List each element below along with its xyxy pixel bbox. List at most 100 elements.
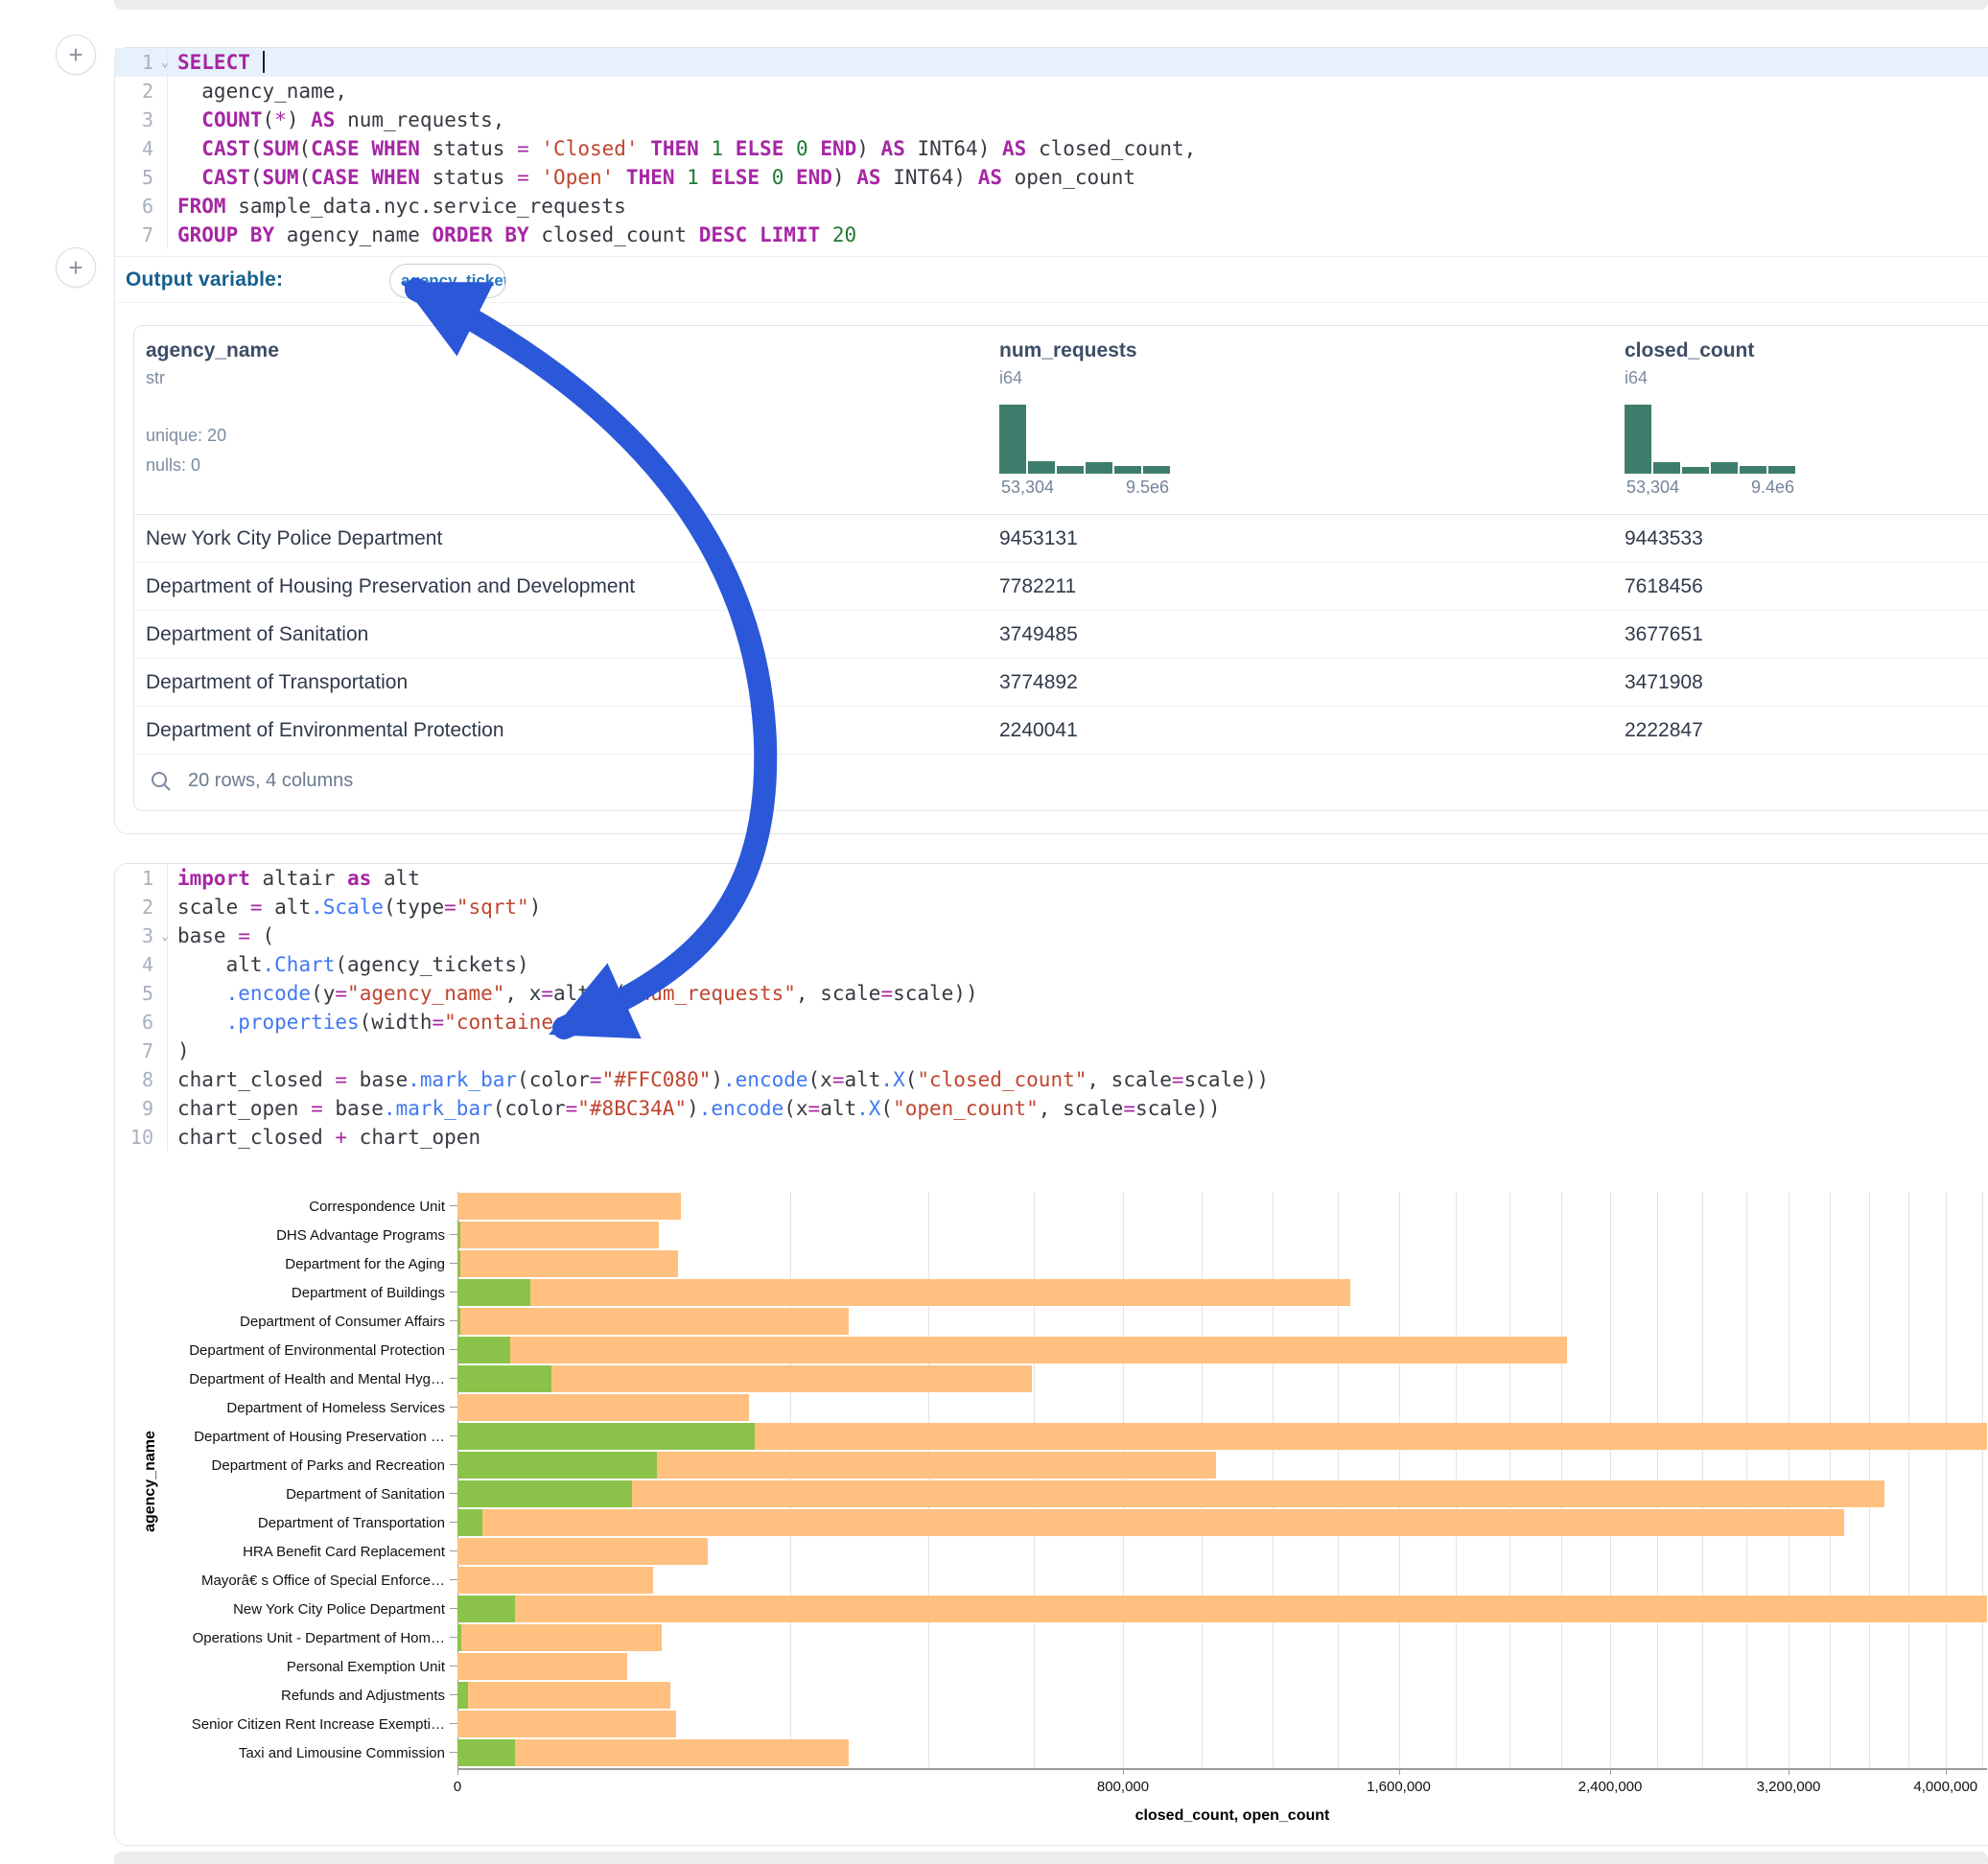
fold-chevron-icon[interactable]: ⌄ <box>161 49 169 78</box>
line-number: 3⌄ <box>115 921 168 950</box>
table-cell: 2222847 <box>1613 707 1988 755</box>
histogram-bar <box>1057 466 1084 474</box>
closed-count-bar <box>457 1596 1987 1622</box>
table-row[interactable]: Department of Environmental Protection 22… <box>134 707 1988 755</box>
x-axis-tick <box>457 1768 458 1775</box>
y-axis-label: Correspondence Unit <box>129 1199 445 1215</box>
code-text: .encode(y="agency_name", x=alt.X("num_re… <box>168 979 978 1008</box>
row-count-text: 20 rows, 4 columns <box>188 770 353 792</box>
output-variable-label: Output variable: <box>126 268 283 291</box>
column-header-num_requests[interactable]: num_requestsi6453,3049.5e6 <box>988 326 1613 514</box>
sql-cell: 1⌄SELECT 2 agency_name,3 COUNT(*) AS num… <box>114 47 1988 834</box>
table-row[interactable]: Department of Transportation377489234719… <box>134 659 1988 707</box>
y-axis-tick <box>450 1435 457 1436</box>
table-row[interactable]: New York City Police Department945313194… <box>134 515 1988 563</box>
y-axis-tick <box>450 1637 457 1638</box>
closed-count-bar <box>457 1279 1350 1306</box>
code-line[interactable]: 2 agency_name, <box>115 77 1988 105</box>
y-axis-label: Department of Homeless Services <box>129 1400 445 1416</box>
open-count-bar <box>457 1337 510 1363</box>
table-cell: Department of Sanitation <box>134 611 988 659</box>
histogram-bar <box>1625 405 1651 474</box>
code-line[interactable]: 3 COUNT(*) AS num_requests, <box>115 105 1988 134</box>
code-text: FROM sample_data.nyc.service_requests <box>168 192 626 221</box>
code-line[interactable]: 5 CAST(SUM(CASE WHEN status = 'Open' THE… <box>115 163 1988 192</box>
histogram-bar <box>1768 466 1795 474</box>
table-cell: Department of Transportation <box>134 659 988 707</box>
line-number: 10 <box>115 1123 168 1152</box>
table-cell: Department of Housing Preservation and D… <box>134 563 988 611</box>
code-line[interactable]: 7GROUP BY agency_name ORDER BY closed_co… <box>115 221 1988 249</box>
column-meta: nulls: 0 <box>146 455 200 476</box>
table-row[interactable]: Department of Sanitation37494853677651 <box>134 611 1988 659</box>
table-cell: 7782211 <box>988 563 1613 611</box>
y-axis-label: Senior Citizen Rent Increase Exempti… <box>129 1716 445 1733</box>
code-line[interactable]: 10chart_closed + chart_open <box>115 1123 1988 1152</box>
table-cell: Department of Environmental Protection <box>134 707 988 755</box>
chart-row: Mayorâ€ s Office of Special Enforce… <box>115 1566 1987 1595</box>
code-line[interactable]: 6 .properties(width="container") <box>115 1008 1988 1037</box>
code-text: agency_name, <box>168 77 347 105</box>
line-number: 1 <box>115 864 168 893</box>
code-line[interactable]: 4 alt.Chart(agency_tickets) <box>115 950 1988 979</box>
code-line[interactable]: 3⌄base = ( <box>115 921 1988 950</box>
x-axis-tick <box>1399 1768 1400 1775</box>
y-axis-label: New York City Police Department <box>129 1601 445 1618</box>
sql-editor[interactable]: 1⌄SELECT 2 agency_name,3 COUNT(*) AS num… <box>115 48 1988 249</box>
y-axis-label: Department of Consumer Affairs <box>129 1314 445 1330</box>
code-line[interactable]: 2scale = alt.Scale(type="sqrt") <box>115 893 1988 921</box>
column-name: closed_count <box>1625 339 1754 362</box>
code-text: chart_open = base.mark_bar(color="#8BC34… <box>168 1094 1220 1123</box>
y-axis-title: agency_name <box>142 1213 159 1750</box>
code-text: CAST(SUM(CASE WHEN status = 'Open' THEN … <box>168 163 1135 192</box>
code-text: GROUP BY agency_name ORDER BY closed_cou… <box>168 221 856 249</box>
closed-count-bar <box>457 1682 670 1709</box>
chart-row: Department of Health and Mental Hyg… <box>115 1364 1987 1393</box>
code-line[interactable]: 6FROM sample_data.nyc.service_requests <box>115 192 1988 221</box>
code-line[interactable]: 9chart_open = base.mark_bar(color="#8BC3… <box>115 1094 1988 1123</box>
histogram-bar <box>999 405 1026 474</box>
code-line[interactable]: 7) <box>115 1037 1988 1065</box>
y-axis-label: Operations Unit - Department of Hom… <box>129 1630 445 1646</box>
column-header-agency_name[interactable]: agency_namestrunique: 20nulls: 0 <box>134 326 988 514</box>
code-text: alt.Chart(agency_tickets) <box>168 950 529 979</box>
table-cell: 3774892 <box>988 659 1613 707</box>
chart-row: DHS Advantage Programs <box>115 1221 1987 1249</box>
y-axis-tick <box>450 1522 457 1523</box>
x-axis-tick-label: 2,400,000 <box>1543 1779 1677 1795</box>
chart-row: Department of Parks and Recreation <box>115 1451 1987 1480</box>
y-axis-tick <box>450 1723 457 1724</box>
code-text: SELECT <box>168 48 265 77</box>
y-axis-label: Personal Exemption Unit <box>129 1659 445 1675</box>
y-axis-label: Department of Parks and Recreation <box>129 1457 445 1474</box>
code-line[interactable]: 4 CAST(SUM(CASE WHEN status = 'Closed' T… <box>115 134 1988 163</box>
y-axis-label: HRA Benefit Card Replacement <box>129 1544 445 1560</box>
y-axis-label: Mayorâ€ s Office of Special Enforce… <box>129 1573 445 1589</box>
closed-count-bar <box>457 1250 678 1277</box>
search-icon[interactable] <box>150 770 173 793</box>
python-editor[interactable]: 1import altair as alt2scale = alt.Scale(… <box>115 864 1988 1152</box>
code-line[interactable]: 1import altair as alt <box>115 864 1988 893</box>
code-line[interactable]: 5 .encode(y="agency_name", x=alt.X("num_… <box>115 979 1988 1008</box>
chart-row: Department of Environmental Protection <box>115 1336 1987 1364</box>
column-header-closed_count[interactable]: closed_counti6453,3049.4e6 <box>1613 326 1988 514</box>
open-count-bar <box>457 1682 468 1709</box>
column-name: num_requests <box>999 339 1137 362</box>
line-number: 2 <box>115 893 168 921</box>
fold-chevron-icon[interactable]: ⌄ <box>161 922 169 951</box>
text-cursor <box>263 51 265 73</box>
chart-row: Taxi and Limousine Commission <box>115 1738 1987 1767</box>
histogram-bar <box>1114 466 1141 474</box>
x-axis-tick <box>1946 1768 1947 1775</box>
add-cell-button-top[interactable]: + <box>56 35 96 75</box>
table-cell: 3749485 <box>988 611 1613 659</box>
code-line[interactable]: 1⌄SELECT <box>115 48 1988 77</box>
table-row[interactable]: Department of Housing Preservation and D… <box>134 563 1988 611</box>
line-number: 9 <box>115 1094 168 1123</box>
y-axis-tick <box>450 1752 457 1753</box>
histogram-bar <box>1028 461 1055 474</box>
output-variable-pill[interactable]: agency_tickets <box>389 264 506 298</box>
add-cell-button-middle[interactable]: + <box>56 247 96 288</box>
column-histogram: 53,3049.5e6 <box>999 405 1177 497</box>
code-line[interactable]: 8chart_closed = base.mark_bar(color="#FF… <box>115 1065 1988 1094</box>
